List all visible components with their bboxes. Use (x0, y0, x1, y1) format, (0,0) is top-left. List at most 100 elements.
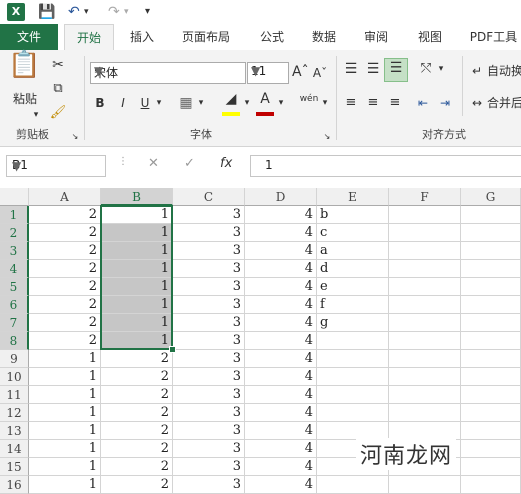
cell-a-16[interactable]: 1 (29, 476, 101, 494)
row-header[interactable]: 11 (0, 386, 29, 404)
save-icon[interactable]: 💾 (38, 3, 55, 21)
undo-icon[interactable]: ↶ (68, 3, 80, 21)
row-header[interactable]: 1 (0, 206, 29, 224)
cell-f-1[interactable] (389, 206, 461, 224)
paste-dropdown-icon[interactable]: ▾ (30, 106, 42, 124)
chevron-down-icon[interactable]: ▾ (320, 94, 330, 112)
cell-g-1[interactable] (461, 206, 521, 224)
cell-d-8[interactable]: 4 (245, 332, 317, 350)
cut-icon[interactable]: ✂ (48, 56, 68, 74)
cell-g-14[interactable] (461, 440, 521, 458)
column-header-c[interactable]: C (173, 188, 245, 206)
row-header[interactable]: 16 (0, 476, 29, 494)
font-name-box[interactable]: 宋体 ▼ (90, 62, 246, 84)
cell-f-6[interactable] (389, 296, 461, 314)
cell-a-13[interactable]: 1 (29, 422, 101, 440)
font-color-icon[interactable]: A (256, 90, 274, 116)
row-header[interactable]: 7 (0, 314, 29, 332)
tab-pdf-tools[interactable]: PDF工具 (466, 24, 521, 50)
cancel-icon[interactable]: ✕ (148, 156, 159, 171)
cell-a-5[interactable]: 2 (29, 278, 101, 296)
orientation-icon[interactable]: ⤲ (416, 60, 436, 78)
column-header-f[interactable]: F (389, 188, 461, 206)
tab-home[interactable]: 开始 (64, 24, 114, 51)
align-left-icon[interactable]: ≡ (342, 94, 360, 112)
row-header[interactable]: 3 (0, 242, 29, 260)
row-header[interactable]: 10 (0, 368, 29, 386)
cell-d-6[interactable]: 4 (245, 296, 317, 314)
customize-qat-icon[interactable]: ▾ (145, 3, 150, 21)
align-bottom-icon[interactable]: ☰ (384, 58, 408, 82)
chevron-down-icon[interactable]: ▾ (436, 60, 446, 78)
cell-g-8[interactable] (461, 332, 521, 350)
row-header[interactable]: 5 (0, 278, 29, 296)
cell-b-12[interactable]: 2 (101, 404, 173, 422)
cell-c-13[interactable]: 3 (173, 422, 245, 440)
cell-a-7[interactable]: 2 (29, 314, 101, 332)
cell-c-8[interactable]: 3 (173, 332, 245, 350)
tab-insert[interactable]: 插入 (120, 24, 164, 50)
cell-b-15[interactable]: 2 (101, 458, 173, 476)
cell-e-1[interactable]: b (317, 206, 389, 224)
cell-f-10[interactable] (389, 368, 461, 386)
cell-g-11[interactable] (461, 386, 521, 404)
align-center-icon[interactable]: ≡ (364, 94, 382, 112)
wrap-text-icon[interactable]: ↵ (470, 62, 484, 80)
cell-b-2[interactable]: 1 (101, 224, 173, 242)
chevron-down-icon[interactable]: ▾ (242, 94, 252, 112)
undo-dropdown-icon[interactable]: ▾ (84, 3, 89, 21)
cell-d-16[interactable]: 4 (245, 476, 317, 494)
row-header[interactable]: 15 (0, 458, 29, 476)
column-header-g[interactable]: G (461, 188, 521, 206)
cell-b-11[interactable]: 2 (101, 386, 173, 404)
cell-g-3[interactable] (461, 242, 521, 260)
row-header[interactable]: 9 (0, 350, 29, 368)
cell-f-16[interactable] (389, 476, 461, 494)
cell-d-1[interactable]: 4 (245, 206, 317, 224)
cell-d-2[interactable]: 4 (245, 224, 317, 242)
cell-e-6[interactable]: f (317, 296, 389, 314)
cell-g-10[interactable] (461, 368, 521, 386)
cell-b-5[interactable]: 1 (101, 278, 173, 296)
copy-icon[interactable]: ⧉ (48, 80, 68, 98)
shrink-font-icon[interactable]: Aˇ (312, 64, 328, 82)
cell-g-15[interactable] (461, 458, 521, 476)
cell-c-12[interactable]: 3 (173, 404, 245, 422)
row-header[interactable]: 14 (0, 440, 29, 458)
cell-e-12[interactable] (317, 404, 389, 422)
cell-c-3[interactable]: 3 (173, 242, 245, 260)
merge-center-button[interactable]: 合并后 (487, 94, 521, 112)
cell-c-9[interactable]: 3 (173, 350, 245, 368)
select-all-corner[interactable] (0, 188, 29, 206)
cell-g-5[interactable] (461, 278, 521, 296)
cell-d-7[interactable]: 4 (245, 314, 317, 332)
merge-center-icon[interactable]: ↔ (470, 94, 484, 112)
clipboard-launcher-icon[interactable]: ↘ (70, 128, 80, 146)
cell-c-15[interactable]: 3 (173, 458, 245, 476)
redo-icon[interactable]: ↷ (108, 3, 120, 21)
cell-a-2[interactable]: 2 (29, 224, 101, 242)
cell-d-3[interactable]: 4 (245, 242, 317, 260)
bold-button[interactable]: B (92, 94, 108, 112)
cell-g-16[interactable] (461, 476, 521, 494)
fill-color-icon[interactable]: ◢ (222, 90, 240, 116)
tab-review[interactable]: 审阅 (356, 24, 396, 50)
cell-f-11[interactable] (389, 386, 461, 404)
cell-a-10[interactable]: 1 (29, 368, 101, 386)
cell-d-9[interactable]: 4 (245, 350, 317, 368)
cell-e-7[interactable]: g (317, 314, 389, 332)
insert-function-icon[interactable]: fx (220, 156, 232, 171)
row-header[interactable]: 2 (0, 224, 29, 242)
cell-f-7[interactable] (389, 314, 461, 332)
chevron-down-icon[interactable]: ▾ (196, 94, 206, 112)
formula-input[interactable]: 1 (250, 155, 521, 177)
tab-page-layout[interactable]: 页面布局 (174, 24, 238, 50)
column-header-d[interactable]: D (245, 188, 317, 206)
cell-a-8[interactable]: 2 (29, 332, 101, 350)
cell-c-2[interactable]: 3 (173, 224, 245, 242)
cell-b-14[interactable]: 2 (101, 440, 173, 458)
chevron-down-icon[interactable]: ▾ (276, 94, 286, 112)
cell-g-9[interactable] (461, 350, 521, 368)
format-painter-icon[interactable]: 🖌 (48, 104, 68, 122)
cell-b-3[interactable]: 1 (101, 242, 173, 260)
